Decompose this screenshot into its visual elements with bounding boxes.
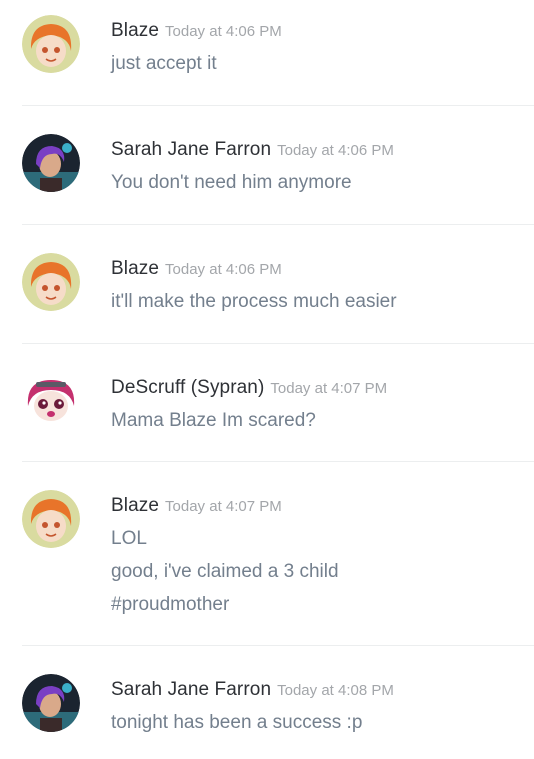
username[interactable]: DeScruff (Sypran) <box>111 377 264 398</box>
message-text: just accept it <box>111 53 217 74</box>
purple-hair-avatar-icon[interactable] <box>22 134 80 192</box>
username[interactable]: Blaze <box>111 495 159 516</box>
message-text: #proudmother <box>111 594 230 615</box>
username[interactable]: Sarah Jane Farron <box>111 679 271 700</box>
timestamp: Today at 4:06 PM <box>277 142 394 159</box>
message-divider <box>22 645 534 646</box>
message-text: You don't need him anymore <box>111 172 352 193</box>
chat-message-list: Blaze Today at 4:06 PM just accept it Sar… <box>0 0 534 759</box>
timestamp: Today at 4:08 PM <box>277 682 394 699</box>
message-divider <box>22 343 534 344</box>
timestamp: Today at 4:06 PM <box>165 261 282 278</box>
magenta-hair-avatar-icon[interactable] <box>22 372 80 430</box>
message-text: Mama Blaze Im scared? <box>111 410 316 431</box>
message-text: it'll make the process much easier <box>111 291 397 312</box>
orange-hair-avatar-icon[interactable] <box>22 490 80 548</box>
orange-hair-avatar-icon[interactable] <box>22 253 80 311</box>
message-text: good, i've claimed a 3 child <box>111 561 339 582</box>
username[interactable]: Blaze <box>111 20 159 41</box>
message-text: tonight has been a success :p <box>111 712 363 733</box>
timestamp: Today at 4:06 PM <box>165 23 282 40</box>
username[interactable]: Blaze <box>111 258 159 279</box>
message-text: LOL <box>111 528 147 549</box>
message-divider <box>22 461 534 462</box>
username[interactable]: Sarah Jane Farron <box>111 139 271 160</box>
message-divider <box>22 105 534 106</box>
orange-hair-avatar-icon[interactable] <box>22 15 80 73</box>
purple-hair-avatar-icon[interactable] <box>22 674 80 732</box>
timestamp: Today at 4:07 PM <box>270 380 388 397</box>
timestamp: Today at 4:07 PM <box>165 498 282 515</box>
message-divider <box>22 224 534 225</box>
